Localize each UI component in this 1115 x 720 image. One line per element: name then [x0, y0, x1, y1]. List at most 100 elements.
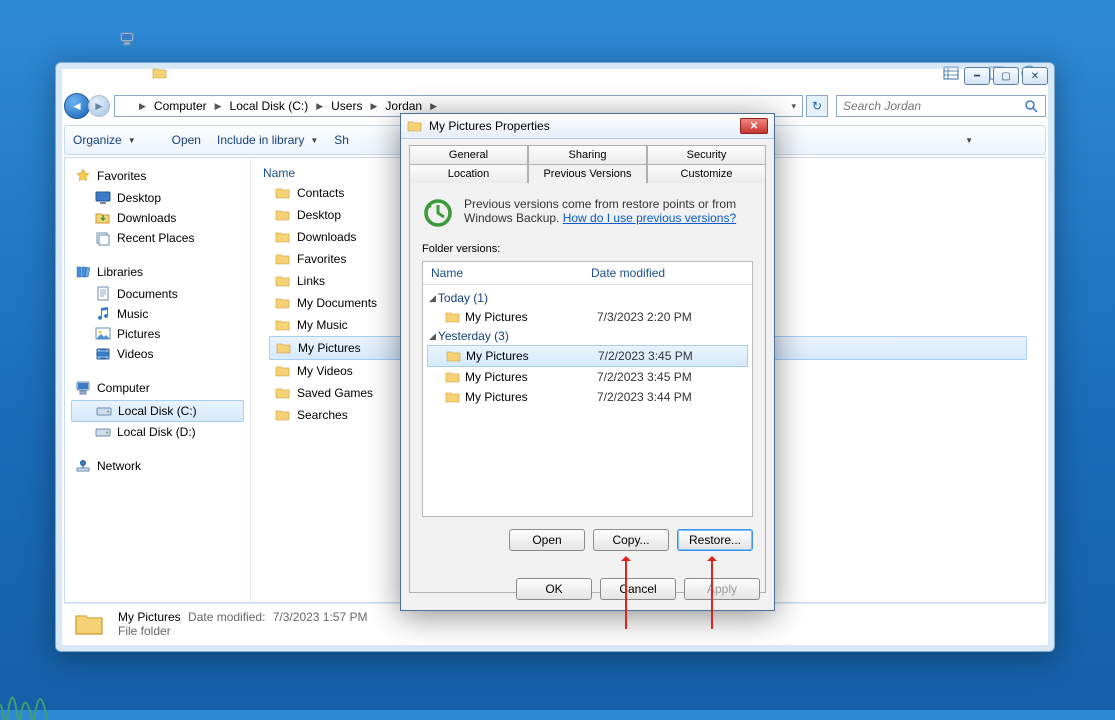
folder-icon: [275, 229, 291, 245]
share-menu[interactable]: Sh: [334, 133, 349, 147]
network-header[interactable]: Network: [65, 456, 250, 478]
favorites-header[interactable]: Favorites: [65, 166, 250, 188]
close-button[interactable]: ✕: [1022, 67, 1048, 85]
views-button[interactable]: ▼: [943, 132, 973, 148]
titlebar[interactable]: ━ ▢ ✕: [56, 63, 1054, 91]
dialog-titlebar[interactable]: My Pictures Properties ✕: [401, 114, 774, 139]
version-date: 7/3/2023 2:20 PM: [597, 310, 692, 324]
addr-dropdown-icon[interactable]: ▾: [789, 101, 798, 112]
tab-previous-versions[interactable]: Previous Versions: [528, 164, 647, 184]
column-name[interactable]: Name: [431, 266, 591, 280]
music-icon: [95, 306, 111, 322]
version-row[interactable]: My Pictures7/2/2023 3:45 PM: [427, 345, 748, 367]
chevron-right-icon[interactable]: ▶: [137, 101, 148, 112]
views-icon: [943, 132, 959, 148]
folder-icon: [445, 309, 461, 325]
folder-icon: [275, 185, 291, 201]
chevron-right-icon[interactable]: ▶: [213, 101, 224, 112]
help-button[interactable]: [1021, 132, 1037, 148]
cancel-button[interactable]: Cancel: [600, 578, 676, 600]
copy-version-button[interactable]: Copy...: [593, 529, 669, 551]
nav-pictures[interactable]: Pictures: [65, 324, 250, 344]
large-folder-icon: [74, 608, 106, 640]
collapse-icon: ◢: [429, 331, 436, 342]
versions-list: Name Date modified ◢ Today (1)My Picture…: [422, 261, 753, 517]
chevron-right-icon[interactable]: ▶: [314, 101, 325, 112]
tab-customize[interactable]: Customize: [647, 164, 766, 184]
nav-recent-places[interactable]: Recent Places: [65, 228, 250, 248]
computer-icon: [75, 380, 91, 396]
group-label: Yesterday (3): [438, 329, 509, 343]
nav-local-disk-d[interactable]: Local Disk (D:): [65, 422, 250, 442]
preview-pane-button[interactable]: [989, 132, 1005, 148]
chevron-right-icon[interactable]: ▶: [428, 101, 439, 112]
tab-content: Previous versions come from restore poin…: [409, 183, 766, 593]
open-version-button[interactable]: Open: [509, 529, 585, 551]
group-label: Today (1): [438, 291, 488, 305]
computer-header[interactable]: Computer: [65, 378, 250, 400]
chevron-right-icon[interactable]: ▶: [368, 101, 379, 112]
file-name: My Pictures: [298, 341, 361, 355]
annotation-arrow-copy: [625, 557, 627, 629]
search-box[interactable]: [836, 95, 1046, 117]
nav-desktop[interactable]: Desktop: [65, 188, 250, 208]
folder-icon: [445, 389, 461, 405]
folder-icon: [407, 118, 423, 134]
tab-security[interactable]: Security: [647, 145, 766, 165]
version-row[interactable]: My Pictures7/2/2023 3:44 PM: [423, 387, 752, 407]
breadcrumb-segment[interactable]: Local Disk (C:): [226, 99, 313, 113]
details-name: My Pictures: [118, 610, 181, 624]
file-name: My Music: [297, 318, 348, 332]
videos-icon: [95, 346, 111, 362]
version-date: 7/2/2023 3:45 PM: [597, 370, 692, 384]
file-name: Searches: [297, 408, 348, 422]
open-button[interactable]: Open: [152, 132, 201, 148]
nav-music[interactable]: Music: [65, 304, 250, 324]
tab-location[interactable]: Location: [409, 164, 528, 184]
version-group-header[interactable]: ◢ Yesterday (3): [423, 327, 752, 345]
breadcrumb-segment[interactable]: Users: [327, 99, 366, 113]
folder-icon: [275, 385, 291, 401]
tab-sharing[interactable]: Sharing: [528, 145, 647, 165]
file-name: Links: [297, 274, 325, 288]
maximize-button[interactable]: ▢: [993, 67, 1019, 85]
column-date[interactable]: Date modified: [591, 266, 665, 280]
include-library-menu[interactable]: Include in library▼: [217, 133, 318, 147]
minimize-button[interactable]: ━: [964, 67, 990, 85]
documents-icon: [95, 286, 111, 302]
navigation-pane: Favorites Desktop Downloads Recent Place…: [65, 158, 251, 602]
breadcrumb-segment[interactable]: Jordan: [381, 99, 426, 113]
folder-icon: [445, 369, 461, 385]
version-name: My Pictures: [465, 390, 528, 404]
details-type: File folder: [118, 624, 367, 638]
restore-version-button[interactable]: Restore...: [677, 529, 753, 551]
dialog-close-button[interactable]: ✕: [740, 118, 768, 134]
organize-menu[interactable]: Organize▼: [73, 133, 136, 147]
restore-icon: [422, 197, 454, 229]
refresh-button[interactable]: ↻: [806, 95, 828, 117]
collapse-icon: ◢: [429, 293, 436, 304]
libraries-header[interactable]: Libraries: [65, 262, 250, 284]
details-meta-label: Date modified:: [188, 610, 265, 624]
nav-local-disk-c[interactable]: Local Disk (C:): [71, 400, 244, 422]
version-row[interactable]: My Pictures7/2/2023 3:45 PM: [423, 367, 752, 387]
folder-icon: [275, 407, 291, 423]
forward-button[interactable]: ►: [88, 95, 110, 117]
nav-videos[interactable]: Videos: [65, 344, 250, 364]
file-name: Saved Games: [297, 386, 373, 400]
recent-icon: [95, 230, 111, 246]
nav-documents[interactable]: Documents: [65, 284, 250, 304]
ok-button[interactable]: OK: [516, 578, 592, 600]
back-button[interactable]: ◄: [64, 93, 90, 119]
folder-icon: [275, 251, 291, 267]
apply-button[interactable]: Apply: [684, 578, 760, 600]
folder-icon: [275, 207, 291, 223]
tab-general[interactable]: General: [409, 145, 528, 165]
version-name: My Pictures: [465, 310, 528, 324]
dialog-title: My Pictures Properties: [429, 119, 734, 133]
version-date: 7/2/2023 3:45 PM: [598, 349, 693, 363]
version-group-header[interactable]: ◢ Today (1): [423, 289, 752, 307]
help-link[interactable]: How do I use previous versions?: [563, 211, 736, 225]
nav-downloads[interactable]: Downloads: [65, 208, 250, 228]
version-row[interactable]: My Pictures 7/3/2023 2:20 PM: [423, 307, 752, 327]
